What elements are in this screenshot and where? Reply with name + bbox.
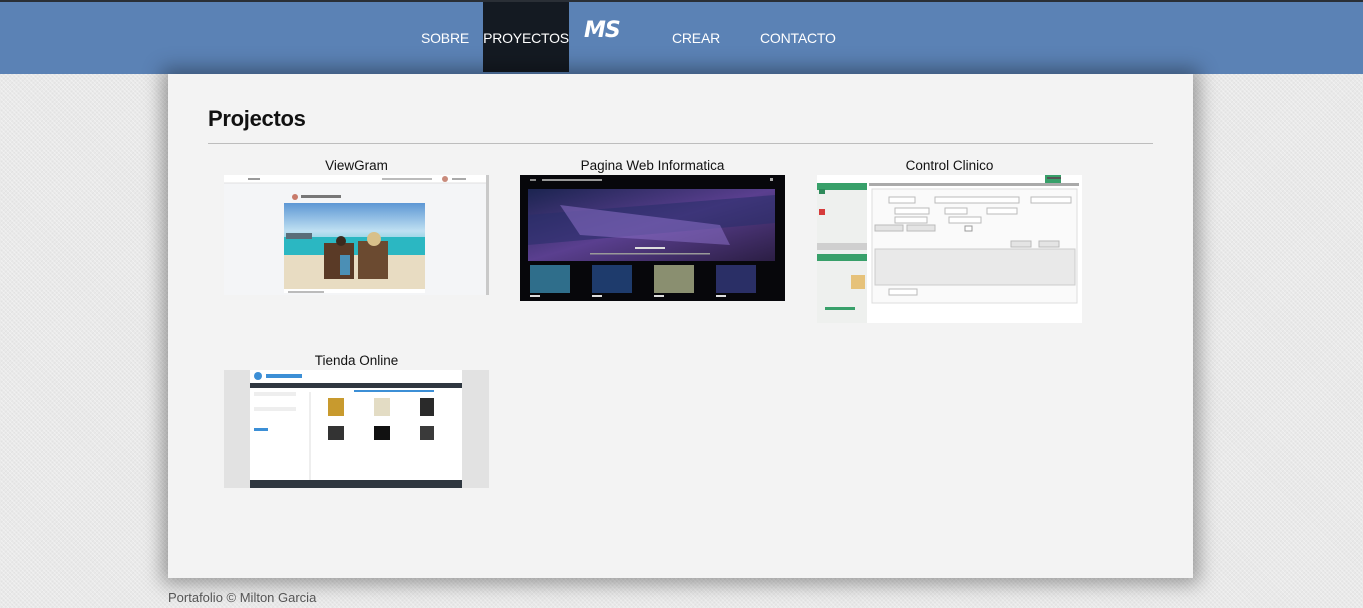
nav-menu: SOBRE MI PROYECTOS MS CREAR PROYECTO CON… bbox=[168, 2, 1193, 118]
nav-proyectos[interactable]: PROYECTOS bbox=[483, 2, 569, 72]
nav-contacto[interactable]: CONTACTO bbox=[760, 2, 836, 72]
project-thumbnail[interactable] bbox=[224, 175, 489, 295]
footer-copyright: Portafolio © Milton Garcia bbox=[168, 590, 317, 605]
project-card-control-clinico[interactable]: Control Clinico bbox=[817, 158, 1082, 323]
logo[interactable]: MS bbox=[584, 18, 624, 52]
project-title: Control Clinico bbox=[905, 158, 994, 173]
project-thumbnail[interactable] bbox=[520, 175, 785, 301]
viewgram-preview-image bbox=[224, 175, 486, 293]
project-thumbnail[interactable] bbox=[817, 175, 1082, 323]
tienda-preview-image bbox=[224, 370, 489, 488]
nav-sobre-mi[interactable]: SOBRE MI bbox=[414, 2, 476, 118]
informatica-preview-image bbox=[520, 175, 785, 301]
main-container: Projectos ViewGram Pagina Web Informatic… bbox=[168, 74, 1193, 578]
project-card-tienda-online[interactable]: Tienda Online bbox=[224, 353, 489, 488]
divider bbox=[208, 143, 1153, 144]
project-card-pagina-web-informatica[interactable]: Pagina Web Informatica bbox=[520, 158, 785, 301]
project-title: Tienda Online bbox=[314, 353, 399, 368]
project-title: Pagina Web Informatica bbox=[580, 158, 725, 173]
clinico-preview-image bbox=[817, 175, 1082, 323]
project-card-viewgram[interactable]: ViewGram bbox=[224, 158, 489, 295]
project-title: ViewGram bbox=[325, 158, 388, 173]
page-title: Projectos bbox=[208, 106, 306, 131]
navbar: SOBRE MI PROYECTOS MS CREAR PROYECTO CON… bbox=[0, 2, 1363, 118]
nav-crear-proyecto[interactable]: CREAR PROYECTO bbox=[648, 2, 744, 118]
project-thumbnail[interactable] bbox=[224, 370, 489, 488]
